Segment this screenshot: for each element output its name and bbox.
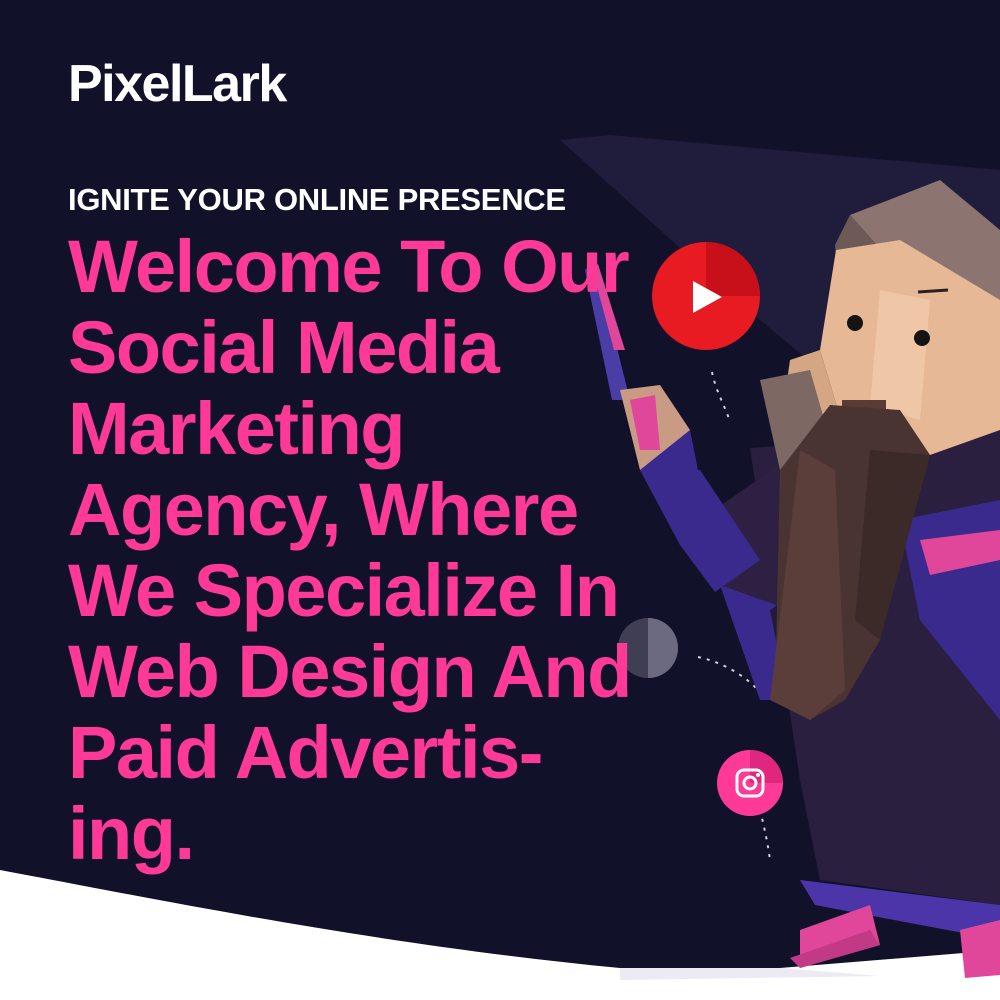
social-media-post: PixelLark IGNITE YOUR ONLINE PRESENCE We… — [0, 0, 1000, 1000]
dash-trail-1 — [711, 371, 731, 423]
headline-line: ing. — [68, 792, 195, 875]
headline-line: We Specialize In — [68, 549, 620, 632]
headline-line: Welcome To Our — [68, 225, 630, 308]
brand-logo: PixelLark — [68, 55, 287, 113]
headline-line: Marketing — [68, 387, 406, 470]
tagline: IGNITE YOUR ONLINE PRESENCE — [68, 182, 566, 217]
instagram-icon — [717, 750, 783, 816]
headline-line: Paid Advertis- — [68, 711, 543, 794]
headline-line: Social Media — [68, 306, 500, 389]
headline-line: Agency, Where — [68, 468, 579, 551]
headline-line: Web Design And — [68, 630, 632, 713]
headline: Welcome To Our Social Media Marketing Ag… — [68, 226, 708, 874]
dash-trail-3 — [759, 809, 771, 861]
